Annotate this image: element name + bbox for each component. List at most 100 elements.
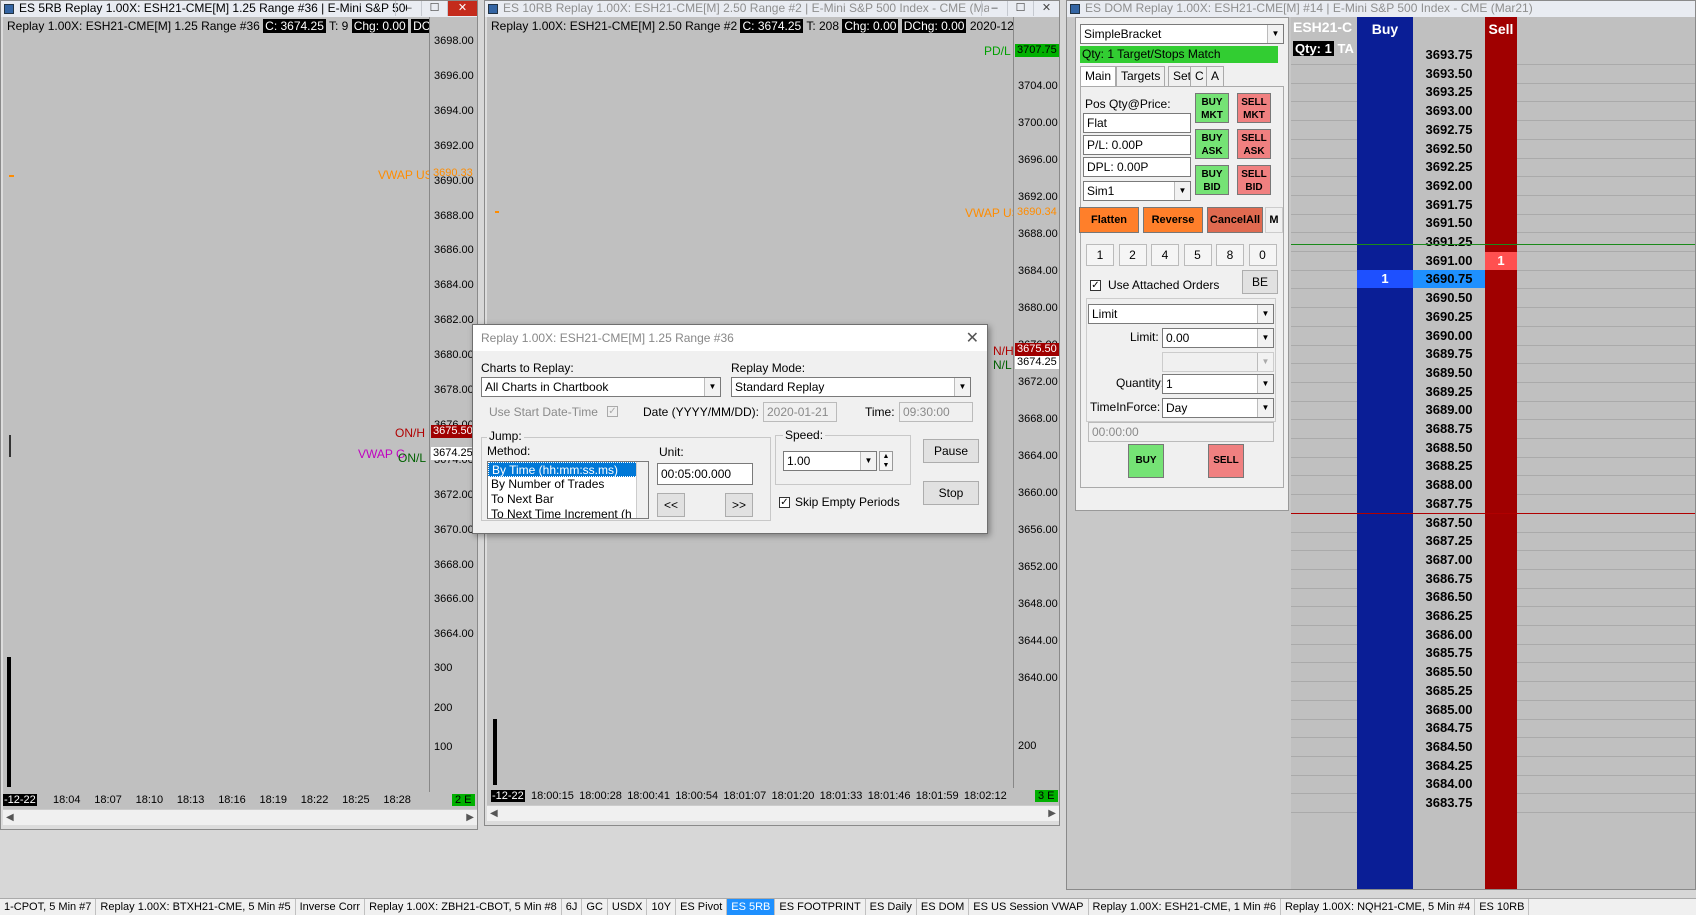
chartbook-tab[interactable]: 6J [562,899,583,915]
title-bar[interactable]: ES 10RB Replay 1.00X: ESH21-CME[M] 2.50 … [485,1,1059,17]
dom-price[interactable]: 3685.75 [1413,644,1485,662]
quantity-input[interactable]: 1 ▼ [1162,374,1274,394]
reverse-button[interactable]: Reverse [1143,207,1203,233]
method-list[interactable]: By Time (hh:mm:ss.ms) By Number of Trades… [487,461,649,519]
dom-price[interactable]: 3684.00 [1413,775,1485,793]
dom-price[interactable]: 3691.50 [1413,214,1485,232]
maximize-icon[interactable]: ☐ [421,1,447,16]
scroll-left-icon[interactable]: ◀ [6,810,14,825]
maximize-icon[interactable]: ☐ [1007,1,1033,16]
quick-qty-button[interactable]: 8 [1216,244,1244,266]
jump-back-button[interactable]: << [657,493,685,517]
chartbook-tab[interactable]: ES FOOTPRINT [775,899,866,915]
limit-input[interactable]: 0.00 ▼ [1162,328,1274,348]
dom-price[interactable]: 3685.25 [1413,682,1485,700]
dom-price[interactable]: 3689.00 [1413,401,1485,419]
stop-button[interactable]: Stop [923,481,979,505]
chartbook-tab[interactable]: USDX [608,899,648,915]
close-icon[interactable]: ✕ [447,1,477,16]
chartbook-tab[interactable]: 10Y [647,899,677,915]
dom-price[interactable]: 3686.75 [1413,570,1485,588]
dom-price[interactable]: 3684.25 [1413,757,1485,775]
chartbook-tab[interactable]: Inverse Corr [296,899,366,915]
dom-price[interactable]: 3687.00 [1413,551,1485,569]
dom-price[interactable]: 3693.00 [1413,102,1485,120]
quick-qty-button[interactable]: 2 [1118,244,1147,266]
chartbook-tab[interactable]: GC [582,899,608,915]
account-select[interactable]: Sim1 ▼ [1083,181,1191,201]
dom-price[interactable]: 3689.25 [1413,383,1485,401]
replay-mode-select[interactable]: Standard Replay ▼ [731,377,971,397]
be-button[interactable]: BE [1242,270,1278,294]
chartbook-tab[interactable]: Replay 1.00X: ZBH21-CBOT, 5 Min #8 [365,899,562,915]
quick-qty-button[interactable]: 4 [1151,244,1179,266]
title-bar[interactable]: ES DOM Replay 1.00X: ESH21-CME[M] #14 | … [1067,1,1695,17]
dom-price[interactable]: 3686.00 [1413,626,1485,644]
dom-price[interactable]: 3688.25 [1413,457,1485,475]
order-type-select[interactable]: Limit ▼ [1088,304,1274,324]
title-bar[interactable]: ES 5RB Replay 1.00X: ESH21-CME[M] 1.25 R… [1,1,477,17]
horizontal-scrollbar[interactable]: ◀ ▶ [487,805,1059,821]
dom-buy-qty[interactable]: 1 [1357,270,1413,289]
jump-forward-button[interactable]: >> [725,493,753,517]
dom-price[interactable]: 3692.25 [1413,158,1485,176]
close-icon[interactable]: ✕ [966,328,979,348]
dom-price[interactable]: 3693.25 [1413,83,1485,101]
sell-button[interactable]: SELL [1208,444,1244,478]
dom-sell-qty[interactable]: 1 [1485,251,1517,270]
chartbook-tab[interactable]: Replay 1.00X: BTXH21-CME, 5 Min #5 [96,899,296,915]
scroll-left-icon[interactable]: ◀ [490,806,498,821]
price-chart[interactable]: Replay 1.00X: ESH21-CME[M] 1.25 Range #3… [3,17,476,792]
chartbook-tab[interactable]: ES 10RB [1475,899,1530,915]
buy-column[interactable] [1357,17,1413,889]
minimize-icon[interactable]: – [981,1,1007,16]
buy-button[interactable]: BUY [1128,444,1164,478]
dom-price[interactable]: 3693.75 [1413,46,1485,64]
bracket-select[interactable]: SimpleBracket ▼ [1080,24,1284,44]
use-attached-checkbox[interactable]: ✓ [1090,280,1101,291]
sell-column[interactable] [1485,17,1517,889]
dom-price[interactable]: 3684.50 [1413,738,1485,756]
dom-price[interactable]: 3688.00 [1413,476,1485,494]
chartbook-tab[interactable]: ES DOM [917,899,970,915]
dom-price[interactable]: 3688.75 [1413,420,1485,438]
cancel-all-button[interactable]: CancelAll [1207,207,1263,233]
dom-price[interactable]: 3687.75 [1413,495,1485,513]
dom-price[interactable]: 3690.00 [1413,327,1485,345]
chartbook-tab[interactable]: ES Daily [866,899,917,915]
tab-a[interactable]: A [1206,66,1225,86]
dom-price[interactable]: 3692.50 [1413,140,1485,158]
dom-price[interactable]: 3686.50 [1413,588,1485,606]
dom-price[interactable]: 3690.25 [1413,308,1485,326]
charts-to-replay-select[interactable]: All Charts in Chartbook ▼ [481,377,721,397]
chartbook-tab[interactable]: Replay 1.00X: NQH21-CME, 5 Min #4 [1281,899,1476,915]
method-option[interactable]: To Next Time Increment (h [488,507,648,518]
dom-price[interactable]: 3691.00 [1413,252,1485,270]
tab-main[interactable]: Main [1080,66,1117,86]
horizontal-scrollbar[interactable]: ◀ ▶ [3,809,477,825]
dom-price[interactable]: 3692.00 [1413,177,1485,195]
sell-ask-button[interactable]: SELL ASK [1237,129,1271,159]
chartbook-tab[interactable]: ES 5RB [727,899,776,915]
close-icon[interactable]: ✕ [1033,1,1059,16]
buy-bid-button[interactable]: BUY BID [1195,165,1229,195]
dom-price[interactable]: 3693.50 [1413,65,1485,83]
dom-price[interactable]: 3688.50 [1413,439,1485,457]
dom-price[interactable]: 3687.50 [1413,514,1485,532]
dom-price[interactable]: 3689.75 [1413,345,1485,363]
tif-select[interactable]: Day ▼ [1162,398,1274,418]
dom-price[interactable]: 3691.75 [1413,196,1485,214]
sell-bid-button[interactable]: SELL BID [1237,165,1271,195]
scroll-right-icon[interactable]: ▶ [466,810,474,825]
dom-price[interactable]: 3685.00 [1413,701,1485,719]
quick-qty-button[interactable]: 5 [1183,244,1212,266]
dom-price[interactable]: 3691.25 [1413,233,1485,251]
method-option[interactable]: By Time (hh:mm:ss.ms) [488,462,648,477]
speed-select[interactable]: 1.00 ▼ [783,451,877,471]
dom-price[interactable]: 3687.25 [1413,532,1485,550]
list-scrollbar[interactable] [636,462,648,518]
quick-qty-button[interactable]: 1 [1086,244,1114,266]
skip-empty-checkbox[interactable]: ✓ [779,497,790,508]
chartbook-tab[interactable]: ES US Session VWAP [969,899,1089,915]
buy-header[interactable]: Buy [1357,21,1413,37]
